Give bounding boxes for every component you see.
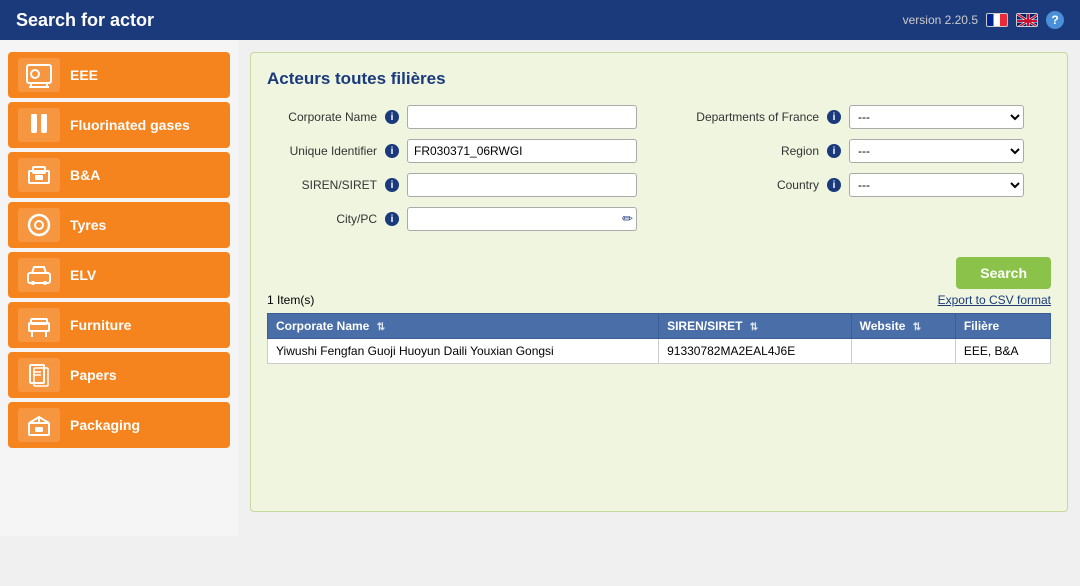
form-right: Departments of France i --- Region i --- bbox=[679, 105, 1051, 241]
sidebar-item-label: Tyres bbox=[70, 217, 106, 233]
sidebar-item-elv[interactable]: ELV bbox=[8, 252, 230, 298]
corporate-name-label: Corporate Name bbox=[267, 110, 377, 124]
fluorinated-gases-icon bbox=[18, 108, 60, 142]
sidebar-item-fluorinated-gases[interactable]: Fluorinated gases bbox=[8, 102, 230, 148]
region-info-icon[interactable]: i bbox=[827, 144, 841, 158]
region-select[interactable]: --- bbox=[849, 139, 1024, 163]
cell-siren: 91330782MA2EAL4J6E bbox=[659, 339, 852, 364]
sidebar-item-bna[interactable]: B&A bbox=[8, 152, 230, 198]
corporate-name-info-icon[interactable]: i bbox=[385, 110, 399, 124]
region-label: Region bbox=[679, 144, 819, 158]
header-right: version 2.20.5 ? bbox=[903, 11, 1064, 29]
sidebar-item-papers[interactable]: Papers bbox=[8, 352, 230, 398]
cell-corporate-name: Yiwushi Fengfan Guoji Huoyun Daili Youxi… bbox=[268, 339, 659, 364]
content-box: Acteurs toutes filières Corporate Name i… bbox=[250, 52, 1068, 512]
packaging-icon bbox=[18, 408, 60, 442]
page-title: Search for actor bbox=[16, 10, 154, 31]
flag-uk-icon[interactable] bbox=[1016, 13, 1038, 27]
city-info-icon[interactable]: i bbox=[385, 212, 399, 226]
col-siren[interactable]: SIREN/SIRET ⇅ bbox=[659, 314, 852, 339]
col-website[interactable]: Website ⇅ bbox=[851, 314, 955, 339]
results-count: 1 Item(s) bbox=[267, 293, 314, 307]
papers-icon bbox=[18, 358, 60, 392]
help-icon[interactable]: ? bbox=[1046, 11, 1064, 29]
sidebar-item-label: Papers bbox=[70, 367, 117, 383]
siren-input[interactable] bbox=[407, 173, 637, 197]
sidebar-item-label: Fluorinated gases bbox=[70, 117, 190, 133]
eee-icon bbox=[18, 58, 60, 92]
departments-select[interactable]: --- bbox=[849, 105, 1024, 129]
departments-row: Departments of France i --- bbox=[679, 105, 1051, 129]
header: Search for actor version 2.20.5 ? bbox=[0, 0, 1080, 40]
unique-identifier-info-icon[interactable]: i bbox=[385, 144, 399, 158]
section-title: Acteurs toutes filières bbox=[267, 69, 1051, 89]
table-row[interactable]: Yiwushi Fengfan Guoji Huoyun Daili Youxi… bbox=[268, 339, 1051, 364]
unique-identifier-row: Unique Identifier i bbox=[267, 139, 639, 163]
sort-siren-icon: ⇅ bbox=[750, 322, 758, 333]
sidebar-item-furniture[interactable]: Furniture bbox=[8, 302, 230, 348]
sidebar-item-label: B&A bbox=[70, 167, 100, 183]
siren-row: SIREN/SIRET i bbox=[267, 173, 639, 197]
form-left: Corporate Name i Unique Identifier i SIR… bbox=[267, 105, 639, 241]
sort-corporate-name-icon: ⇅ bbox=[377, 322, 385, 333]
departments-info-icon[interactable]: i bbox=[827, 110, 841, 124]
elv-icon bbox=[18, 258, 60, 292]
city-row: City/PC i ✏ bbox=[267, 207, 639, 231]
sidebar-item-packaging[interactable]: Packaging bbox=[8, 402, 230, 448]
city-edit-icon[interactable]: ✏ bbox=[622, 211, 633, 227]
search-form: Corporate Name i Unique Identifier i SIR… bbox=[267, 105, 1051, 241]
table-body: Yiwushi Fengfan Guoji Huoyun Daili Youxi… bbox=[268, 339, 1051, 364]
unique-identifier-label: Unique Identifier bbox=[267, 144, 377, 158]
corporate-name-input[interactable] bbox=[407, 105, 637, 129]
sidebar-item-label: ELV bbox=[70, 267, 96, 283]
cell-website bbox=[851, 339, 955, 364]
country-label: Country bbox=[679, 178, 819, 192]
unique-identifier-input[interactable] bbox=[407, 139, 637, 163]
country-select[interactable]: --- bbox=[849, 173, 1024, 197]
results-info: 1 Item(s) Export to CSV format bbox=[267, 293, 1051, 307]
export-csv-link[interactable]: Export to CSV format bbox=[938, 293, 1051, 307]
sidebar-item-tyres[interactable]: Tyres bbox=[8, 202, 230, 248]
results-table: Corporate Name ⇅ SIREN/SIRET ⇅ Website ⇅ bbox=[267, 313, 1051, 364]
sidebar: EEE Fluorinated gases B&A Tyres ELV bbox=[0, 40, 238, 536]
sidebar-item-label: Furniture bbox=[70, 317, 131, 333]
city-label: City/PC bbox=[267, 212, 377, 226]
col-filiere: Filière bbox=[955, 314, 1050, 339]
sidebar-item-label: Packaging bbox=[70, 417, 140, 433]
departments-label: Departments of France bbox=[679, 110, 819, 124]
siren-label: SIREN/SIRET bbox=[267, 178, 377, 192]
tyres-icon bbox=[18, 208, 60, 242]
city-input[interactable] bbox=[407, 207, 637, 231]
main-layout: EEE Fluorinated gases B&A Tyres ELV bbox=[0, 40, 1080, 536]
city-input-wrapper: ✏ bbox=[407, 207, 637, 231]
flag-france-icon[interactable] bbox=[986, 13, 1008, 27]
cell-filiere: EEE, B&A bbox=[955, 339, 1050, 364]
table-header: Corporate Name ⇅ SIREN/SIRET ⇅ Website ⇅ bbox=[268, 314, 1051, 339]
bna-icon bbox=[18, 158, 60, 192]
sidebar-item-eee[interactable]: EEE bbox=[8, 52, 230, 98]
version-label: version 2.20.5 bbox=[903, 13, 978, 27]
corporate-name-row: Corporate Name i bbox=[267, 105, 639, 129]
search-btn-row: Search bbox=[267, 257, 1051, 289]
furniture-icon bbox=[18, 308, 60, 342]
search-button[interactable]: Search bbox=[956, 257, 1051, 289]
region-row: Region i --- bbox=[679, 139, 1051, 163]
content-area: Acteurs toutes filières Corporate Name i… bbox=[238, 40, 1080, 536]
country-info-icon[interactable]: i bbox=[827, 178, 841, 192]
col-corporate-name[interactable]: Corporate Name ⇅ bbox=[268, 314, 659, 339]
siren-info-icon[interactable]: i bbox=[385, 178, 399, 192]
sort-website-icon: ⇅ bbox=[913, 322, 921, 333]
country-row: Country i --- bbox=[679, 173, 1051, 197]
sidebar-item-label: EEE bbox=[70, 67, 98, 83]
